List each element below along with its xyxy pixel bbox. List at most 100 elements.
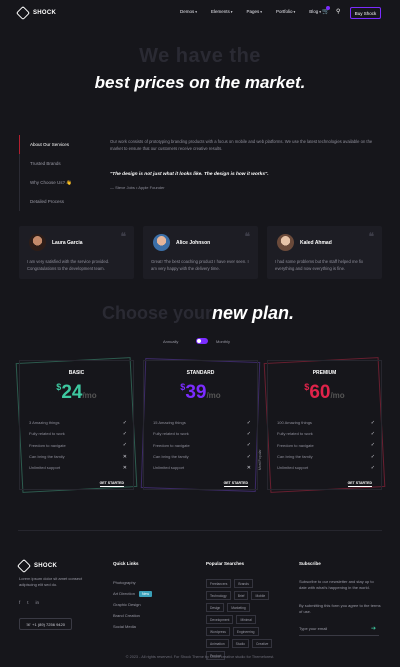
new-badge: New bbox=[139, 590, 153, 597]
quick-link[interactable]: Social Media bbox=[113, 621, 152, 632]
tag[interactable]: Studio bbox=[231, 639, 250, 648]
logo-text: SHOCK bbox=[34, 563, 58, 569]
get-started-button[interactable]: GET STARTED bbox=[99, 481, 124, 487]
most-popular-label: Most Popular bbox=[258, 449, 262, 470]
quick-link[interactable]: Art Direction New bbox=[113, 588, 153, 599]
tag[interactable]: Development bbox=[206, 615, 234, 624]
plan-price: $39/mo bbox=[180, 382, 221, 403]
testimonial-card: Laura Garcia ❝ I am very satisfied with … bbox=[19, 226, 134, 279]
tag-cloud: Freelancers Brands Technology Brief Mobi… bbox=[206, 579, 278, 660]
avatar bbox=[277, 234, 294, 251]
list-item: Freedom to navigate ✓ bbox=[29, 442, 127, 449]
get-started-button[interactable]: GET STARTED bbox=[223, 481, 248, 487]
hero-ghost-heading: We have the bbox=[139, 45, 261, 67]
check-icon: ✓ bbox=[246, 419, 251, 426]
plan-price: $24/mo bbox=[56, 382, 97, 403]
quote-icon: ❝ bbox=[368, 232, 374, 243]
send-arrow-icon[interactable]: ➔ bbox=[371, 625, 376, 632]
logo[interactable]: SHOCK bbox=[15, 5, 57, 21]
quick-link[interactable]: Photography bbox=[113, 577, 152, 588]
nav-item-elements[interactable]: Elements bbox=[211, 9, 233, 14]
buy-button[interactable]: Buy Shock bbox=[350, 7, 381, 19]
toggle-label-annually: Annually bbox=[163, 339, 179, 344]
list-item: 15 Amazing things ✓ bbox=[153, 419, 251, 426]
quote-icon: ❝ bbox=[120, 232, 126, 243]
quick-link[interactable]: Brand Creation bbox=[113, 610, 152, 621]
tag[interactable]: Design bbox=[206, 603, 225, 612]
nav-item-demos[interactable]: Demos bbox=[180, 9, 197, 14]
footer-about: Lorem ipsum dolor sit amet consect adipi… bbox=[19, 576, 83, 587]
plan-card-premium: PREMIUM $60/mo 100 Amazing things ✓ Fully… bbox=[263, 357, 386, 493]
tag[interactable]: Minimal bbox=[236, 615, 256, 624]
logo-text: SHOCK bbox=[33, 10, 57, 16]
billing-toggle[interactable] bbox=[196, 338, 208, 344]
testimonial-name: Alice Johnson bbox=[176, 240, 211, 246]
testimonial-text: Great! The best coaching product I have … bbox=[151, 259, 249, 271]
linkedin-icon[interactable]: in bbox=[36, 600, 40, 605]
tab-about-services[interactable]: About Our Services bbox=[19, 135, 89, 154]
subscribe-terms: By submitting this form you agree to the… bbox=[299, 603, 381, 614]
check-icon: ✓ bbox=[246, 453, 251, 460]
email-input[interactable]: Type your email bbox=[299, 626, 379, 636]
tab-trusted-brands[interactable]: Trusted Brands bbox=[19, 154, 89, 173]
check-icon: ✓ bbox=[246, 442, 251, 449]
quick-links-title: Quick Links bbox=[113, 561, 139, 566]
plan-name: PREMIUM bbox=[312, 370, 337, 376]
testimonial-text: I had some problems but the staff helped… bbox=[275, 259, 364, 271]
plan-card-standard: STANDARD $39/mo 15 Amazing things ✓ Fully… bbox=[140, 358, 261, 492]
tag[interactable]: Mobile bbox=[251, 591, 270, 600]
phone-button[interactable]: ☏ +1 (89) 7256 9420 bbox=[19, 618, 72, 630]
list-item: Fully related to work ✓ bbox=[153, 430, 251, 437]
facebook-icon[interactable]: f bbox=[19, 600, 20, 605]
divider bbox=[18, 530, 382, 531]
main-nav: Demos Elements Pages Portfolio Blog bbox=[180, 9, 321, 14]
twitter-icon[interactable]: t bbox=[27, 600, 28, 605]
tag[interactable]: Freelancers bbox=[206, 579, 232, 588]
list-item: Fully related to work ✓ bbox=[29, 430, 127, 437]
quote-icon: ❝ bbox=[244, 232, 250, 243]
feature-list: 3 Amazing things ✓ Fully related to work ✓… bbox=[29, 417, 127, 473]
phone-number: +1 (89) 7256 9420 bbox=[32, 621, 65, 627]
search-icon[interactable]: ⚲ bbox=[336, 8, 340, 15]
tag[interactable]: Brief bbox=[233, 591, 249, 600]
list-item: Can bring the family ✕ bbox=[29, 453, 127, 460]
cart-icon[interactable]: 🛒 bbox=[322, 6, 330, 15]
check-icon: ✓ bbox=[370, 442, 375, 449]
cart-badge bbox=[326, 6, 330, 10]
testimonial-card: Alice Johnson ❝ Great! The best coaching… bbox=[143, 226, 258, 279]
tag[interactable]: Engineering bbox=[232, 627, 259, 636]
tag[interactable]: Animation bbox=[206, 639, 229, 648]
list-item: Freedom to navigate ✓ bbox=[153, 442, 251, 449]
tab-detailed-process[interactable]: Detailed Process bbox=[19, 192, 89, 211]
list-item: Unlimited support ✕ bbox=[153, 464, 251, 471]
plan-name: STANDARD bbox=[186, 370, 215, 376]
get-started-button[interactable]: GET STARTED bbox=[347, 481, 372, 487]
nav-item-blog[interactable]: Blog bbox=[309, 9, 321, 14]
footer-logo[interactable]: SHOCK bbox=[16, 558, 58, 574]
quote-author: — Steve Jobs • Apple Founder bbox=[110, 185, 165, 190]
list-item: Can bring the family ✓ bbox=[153, 453, 251, 460]
tab-why-choose-us[interactable]: Why Choose Us? 👋 bbox=[19, 173, 89, 192]
nav-item-portfolio[interactable]: Portfolio bbox=[276, 9, 295, 14]
check-icon: ✓ bbox=[122, 442, 127, 449]
plan-name: BASIC bbox=[68, 370, 85, 376]
tag[interactable]: Creative bbox=[252, 639, 273, 648]
subscribe-text: Subscribe to our newsletter and stay up … bbox=[299, 579, 374, 590]
tag[interactable]: Wordpress bbox=[206, 627, 230, 636]
plan-price: $60/mo bbox=[304, 382, 345, 403]
cross-icon: ✕ bbox=[246, 464, 251, 471]
copyright: © 2023 - All rights reserved. For Shock … bbox=[125, 655, 275, 659]
quote-text: "The design is not just what it looks li… bbox=[110, 172, 269, 177]
tag[interactable]: Technology bbox=[206, 591, 231, 600]
tag[interactable]: Marketing bbox=[227, 603, 250, 612]
tag[interactable]: Brands bbox=[234, 579, 253, 588]
plan-card-basic: BASIC $24/mo 3 Amazing things ✓ Fully rel… bbox=[15, 357, 138, 493]
quick-link[interactable]: Graphic Design bbox=[113, 599, 152, 610]
nav-item-pages[interactable]: Pages bbox=[247, 9, 263, 14]
social-links: f t in bbox=[19, 600, 39, 605]
plans-ghost-heading: Choose your bbox=[102, 303, 213, 323]
check-icon: ✓ bbox=[370, 430, 375, 437]
list-item: Unlimited support ✓ bbox=[277, 464, 375, 471]
list-item: Unlimited support ✕ bbox=[29, 464, 127, 471]
testimonial-card: Kaled Ahmad ❝ I had some problems but th… bbox=[267, 226, 382, 279]
